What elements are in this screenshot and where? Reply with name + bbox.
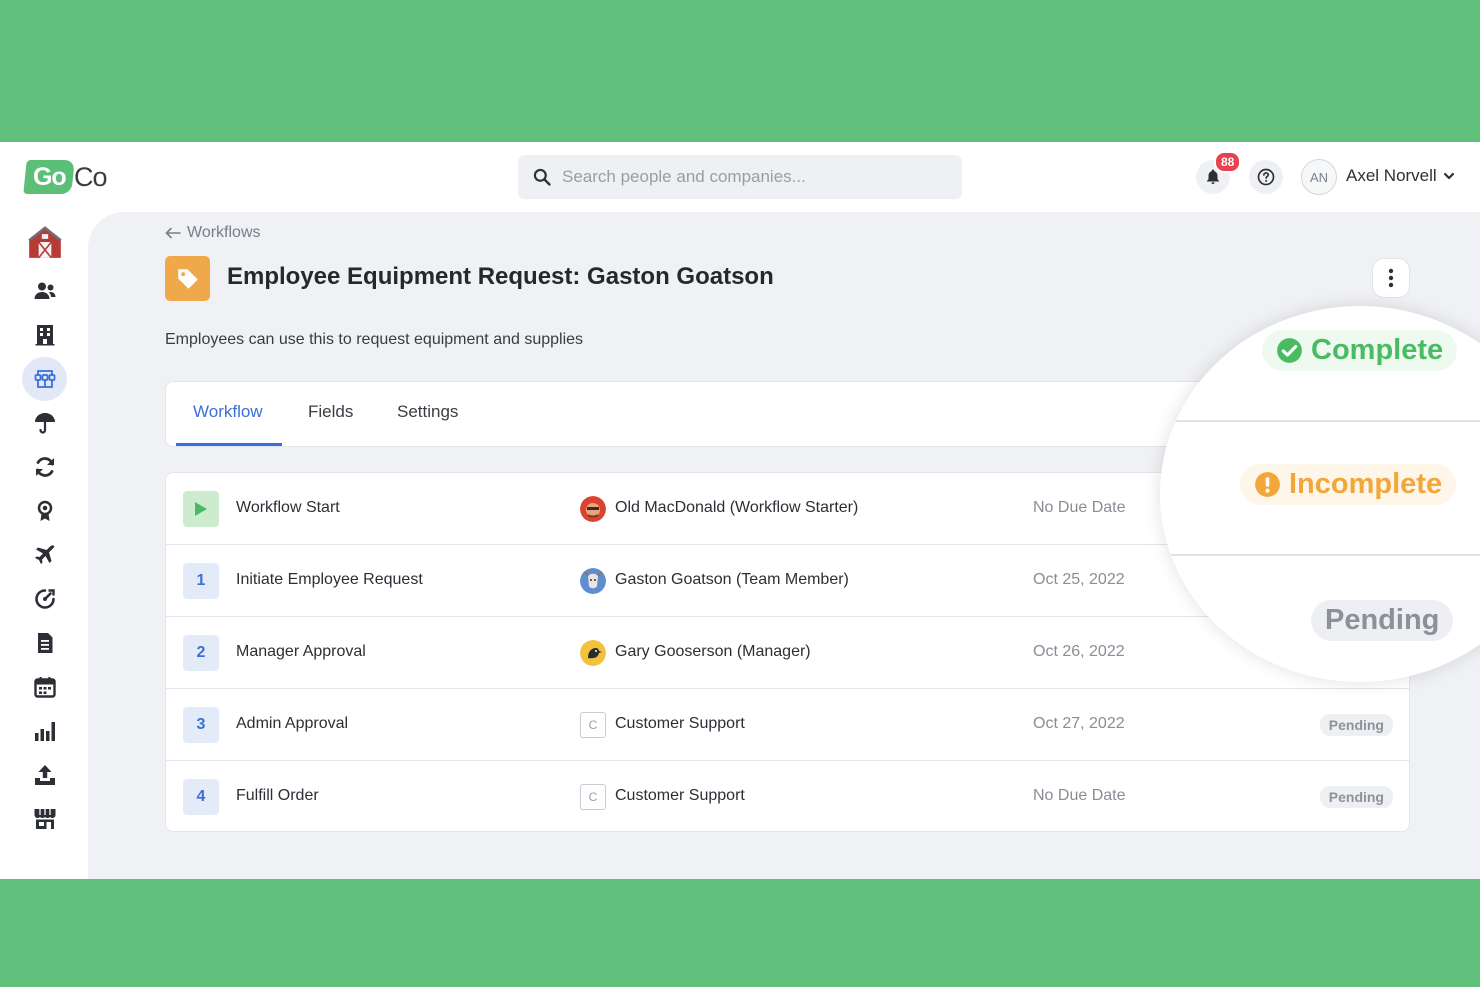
workflow-step-row[interactable]: 3 Admin Approval C Customer Support Oct … bbox=[166, 689, 1409, 761]
benefits-umbrella-icon bbox=[34, 413, 55, 434]
top-bar: Go Co 88 AN Axel Norvell bbox=[0, 142, 1480, 212]
workflow-step-row[interactable]: 4 Fulfill Order C Customer Support No Du… bbox=[166, 761, 1409, 831]
tab-fields[interactable]: Fields bbox=[308, 402, 353, 422]
tab-workflow[interactable]: Workflow bbox=[193, 402, 263, 422]
goose-avatar bbox=[580, 640, 606, 666]
page-description: Employees can use this to request equipm… bbox=[165, 331, 584, 348]
sidebar-item-upload[interactable] bbox=[22, 753, 67, 797]
sidebar-item-home[interactable] bbox=[22, 220, 67, 264]
breadcrumb-workflows-link[interactable]: Workflows bbox=[187, 224, 261, 242]
step-assignee: Customer Support bbox=[615, 715, 745, 732]
notifications-button[interactable]: 88 bbox=[1196, 151, 1242, 194]
sidebar-item-reports[interactable] bbox=[22, 709, 67, 753]
step-name: Admin Approval bbox=[236, 715, 349, 732]
sidebar-nav bbox=[0, 212, 88, 879]
search-input[interactable] bbox=[562, 167, 942, 187]
step-assignee: Old MacDonald (Workflow Starter) bbox=[615, 499, 859, 516]
award-icon bbox=[37, 500, 52, 521]
status-badge: Pending bbox=[1319, 786, 1393, 808]
chevron-down-icon bbox=[1443, 172, 1454, 180]
sidebar-item-calendar[interactable] bbox=[22, 665, 67, 709]
logo-text-co: Co bbox=[74, 161, 108, 192]
home-barn-icon bbox=[27, 226, 62, 259]
people-icon bbox=[34, 282, 55, 299]
step-due-date: No Due Date bbox=[1033, 499, 1126, 516]
workflow-icon bbox=[34, 370, 55, 388]
group-initial-icon: C bbox=[580, 712, 606, 738]
marketplace-icon bbox=[34, 809, 55, 829]
play-icon bbox=[195, 502, 207, 516]
status-badge: Pending bbox=[1319, 714, 1393, 736]
calendar-icon bbox=[33, 677, 56, 698]
page-title: Employee Equipment Request: Gaston Goats… bbox=[227, 263, 774, 290]
incomplete-label: Incomplete bbox=[1289, 468, 1443, 500]
pending-status-badge: Pending bbox=[1311, 600, 1454, 641]
logo-mark: Go bbox=[23, 160, 75, 194]
step-number: 1 bbox=[183, 563, 219, 599]
active-tab-indicator bbox=[176, 443, 282, 446]
help-icon bbox=[1257, 168, 1275, 186]
sidebar-item-awards[interactable] bbox=[22, 489, 67, 533]
search-icon bbox=[533, 168, 551, 186]
step-due-date: No Due Date bbox=[1033, 787, 1126, 804]
upload-icon bbox=[34, 765, 55, 785]
step-number: 4 bbox=[183, 779, 219, 815]
tag-icon bbox=[177, 268, 198, 289]
step-due-date: Oct 25, 2022 bbox=[1033, 571, 1125, 588]
time-off-plane-icon bbox=[34, 545, 54, 564]
complete-status-badge: Complete bbox=[1262, 330, 1458, 371]
user-name: Axel Norvell bbox=[1346, 166, 1437, 185]
step-assignee: Customer Support bbox=[615, 787, 745, 804]
more-options-button[interactable] bbox=[1372, 258, 1410, 298]
company-building-icon bbox=[35, 325, 54, 346]
sidebar-item-people[interactable] bbox=[22, 269, 67, 313]
user-avatar[interactable]: AN bbox=[1301, 159, 1337, 195]
step-assignee: Gary Gooserson (Manager) bbox=[615, 643, 811, 660]
step-number: 3 bbox=[183, 707, 219, 743]
incomplete-status-badge: Incomplete bbox=[1240, 464, 1457, 505]
notification-count-badge: 88 bbox=[1214, 151, 1242, 173]
divider bbox=[1160, 420, 1480, 422]
breadcrumb[interactable]: Workflows bbox=[165, 224, 261, 242]
sidebar-item-marketplace[interactable] bbox=[22, 797, 67, 841]
sidebar-item-sync[interactable] bbox=[22, 445, 67, 489]
step-due-date: Oct 27, 2022 bbox=[1033, 715, 1125, 732]
goco-logo[interactable]: Go Co bbox=[23, 159, 108, 195]
divider bbox=[1160, 554, 1480, 556]
pending-label: Pending bbox=[1325, 604, 1440, 636]
sidebar-item-company[interactable] bbox=[22, 313, 67, 357]
step-name: Fulfill Order bbox=[236, 787, 319, 804]
performance-icon bbox=[34, 589, 55, 609]
tab-settings[interactable]: Settings bbox=[397, 402, 458, 422]
alert-circle-icon bbox=[1255, 472, 1280, 497]
farmer-avatar bbox=[580, 496, 606, 522]
complete-label: Complete bbox=[1311, 334, 1444, 366]
sync-icon bbox=[35, 457, 54, 477]
app-window: Go Co 88 AN Axel Norvell bbox=[0, 142, 1480, 879]
step-assignee: Gaston Goatson (Team Member) bbox=[615, 571, 849, 588]
reports-chart-icon bbox=[34, 722, 55, 741]
step-name: Workflow Start bbox=[236, 499, 340, 516]
sidebar-item-time-off[interactable] bbox=[22, 533, 67, 577]
step-number: 2 bbox=[183, 635, 219, 671]
workflow-tag-icon-box bbox=[165, 256, 210, 301]
sidebar-item-workflows[interactable] bbox=[22, 357, 67, 401]
search-bar[interactable] bbox=[518, 155, 962, 199]
step-name: Manager Approval bbox=[236, 643, 366, 660]
logo-text-go: Go bbox=[32, 162, 66, 191]
step-due-date: Oct 26, 2022 bbox=[1033, 643, 1125, 660]
group-initial-icon: C bbox=[580, 784, 606, 810]
document-icon bbox=[37, 633, 52, 653]
help-button[interactable] bbox=[1249, 160, 1283, 194]
step-name: Initiate Employee Request bbox=[236, 571, 423, 588]
sidebar-item-benefits[interactable] bbox=[22, 401, 67, 445]
goat-avatar bbox=[580, 568, 606, 594]
arrow-left-icon bbox=[165, 227, 181, 239]
user-menu[interactable]: Axel Norvell bbox=[1346, 166, 1455, 186]
play-step-marker bbox=[183, 491, 219, 527]
check-circle-icon bbox=[1277, 338, 1302, 363]
sidebar-item-documents[interactable] bbox=[22, 621, 67, 665]
sidebar-item-performance[interactable] bbox=[22, 577, 67, 621]
more-vertical-icon bbox=[1388, 268, 1394, 288]
